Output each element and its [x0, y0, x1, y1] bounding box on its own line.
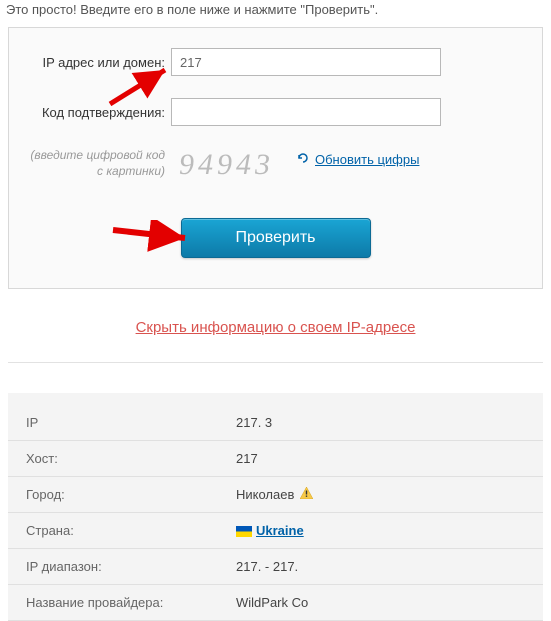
- intro-text: Это просто! Введите его в поле ниже и на…: [0, 0, 551, 27]
- info-label: Название провайдера:: [26, 595, 236, 610]
- captcha-hint: (введите цифровой код с картинки): [23, 148, 171, 179]
- info-value: Николаев: [236, 487, 313, 502]
- ip-label: IP адрес или домен:: [23, 55, 171, 70]
- hide-ip-link[interactable]: Скрыть информацию о своем IP-адресе: [136, 319, 416, 336]
- country-link[interactable]: Ukraine: [256, 523, 304, 538]
- info-label: Страна:: [26, 523, 236, 538]
- ip-info-table: IP217. 3Хост:217Город:НиколаевСтрана:Ukr…: [8, 393, 543, 621]
- lookup-form: IP адрес или домен: Код подтверждения: (…: [8, 27, 543, 289]
- info-label: IP: [26, 415, 236, 430]
- code-label: Код подтверждения:: [23, 105, 171, 120]
- info-value: 217: [236, 451, 258, 466]
- info-label: Город:: [26, 487, 236, 502]
- info-value: 217. - 217.: [236, 559, 298, 574]
- refresh-icon: [296, 152, 310, 167]
- info-label: Хост:: [26, 451, 236, 466]
- info-value: Ukraine: [236, 523, 304, 538]
- info-row: Название провайдера:WildPark Co: [8, 585, 543, 621]
- code-input[interactable]: [171, 98, 441, 126]
- flag-ukraine-icon: [236, 525, 252, 536]
- info-row: IP диапазон:217. - 217.: [8, 549, 543, 585]
- ip-input[interactable]: [171, 48, 441, 76]
- info-value: 217. 3: [236, 415, 272, 430]
- check-button[interactable]: Проверить: [181, 218, 371, 258]
- warning-icon: [300, 487, 313, 502]
- captcha-image: 94943: [171, 148, 282, 182]
- refresh-captcha-link[interactable]: Обновить цифры: [315, 152, 419, 167]
- info-row: Город:Николаев: [8, 477, 543, 513]
- info-label: IP диапазон:: [26, 559, 236, 574]
- info-row: Страна: Ukraine: [8, 513, 543, 549]
- info-value: WildPark Co: [236, 595, 308, 610]
- info-row: Хост:217: [8, 441, 543, 477]
- info-row: IP217. 3: [8, 405, 543, 441]
